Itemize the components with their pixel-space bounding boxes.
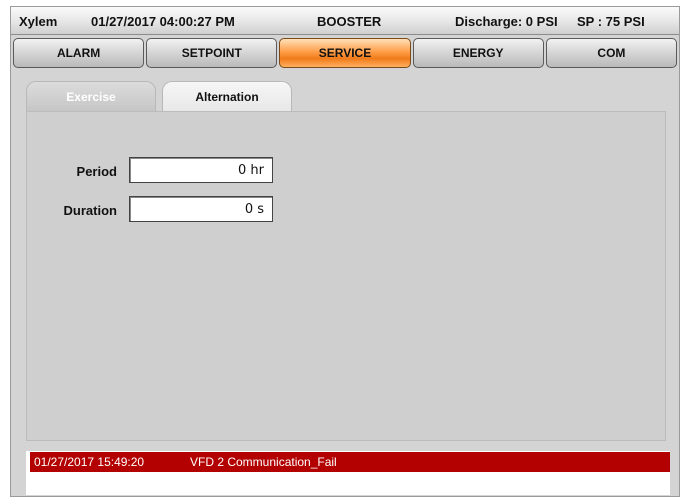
brand-label: Xylem (19, 14, 58, 29)
alarm-row[interactable]: 01/27/2017 15:49:20 VFD 2 Communication_… (30, 452, 670, 472)
nav-com-button[interactable]: COM (545, 38, 678, 68)
datetime-display: 01/27/2017 04:00:27 PM (91, 14, 235, 29)
tab-alternation[interactable]: Alternation (162, 81, 292, 111)
service-tabs: Exercise Alternation (26, 81, 292, 111)
exercise-panel: Period 0 hr Duration 0 s (26, 111, 666, 441)
duration-label: Duration (63, 203, 117, 218)
period-field[interactable]: 0 hr (129, 157, 273, 183)
setpoint-display: SP : 75 PSI (577, 14, 645, 29)
status-header: Xylem 01/27/2017 04:00:27 PM BOOSTER Dis… (11, 7, 679, 35)
main-nav: ALARM SETPOINT SERVICE ENERGY COM (11, 38, 679, 68)
alarm-message: VFD 2 Communication_Fail (190, 455, 337, 469)
alarm-timestamp: 01/27/2017 15:49:20 (34, 455, 145, 469)
hmi-screen: Xylem 01/27/2017 04:00:27 PM BOOSTER Dis… (10, 6, 680, 497)
alarm-banner-area: 01/27/2017 15:49:20 VFD 2 Communication_… (26, 451, 670, 495)
mode-label: BOOSTER (317, 14, 382, 29)
duration-field[interactable]: 0 s (129, 196, 273, 222)
nav-energy-button[interactable]: ENERGY (412, 38, 544, 68)
discharge-pressure-display: Discharge: 0 PSI (455, 14, 558, 29)
nav-service-button[interactable]: SERVICE (279, 38, 411, 68)
period-label: Period (76, 164, 117, 179)
tab-exercise[interactable]: Exercise (26, 81, 156, 111)
nav-setpoint-button[interactable]: SETPOINT (146, 38, 278, 68)
nav-alarm-button[interactable]: ALARM (13, 38, 145, 68)
